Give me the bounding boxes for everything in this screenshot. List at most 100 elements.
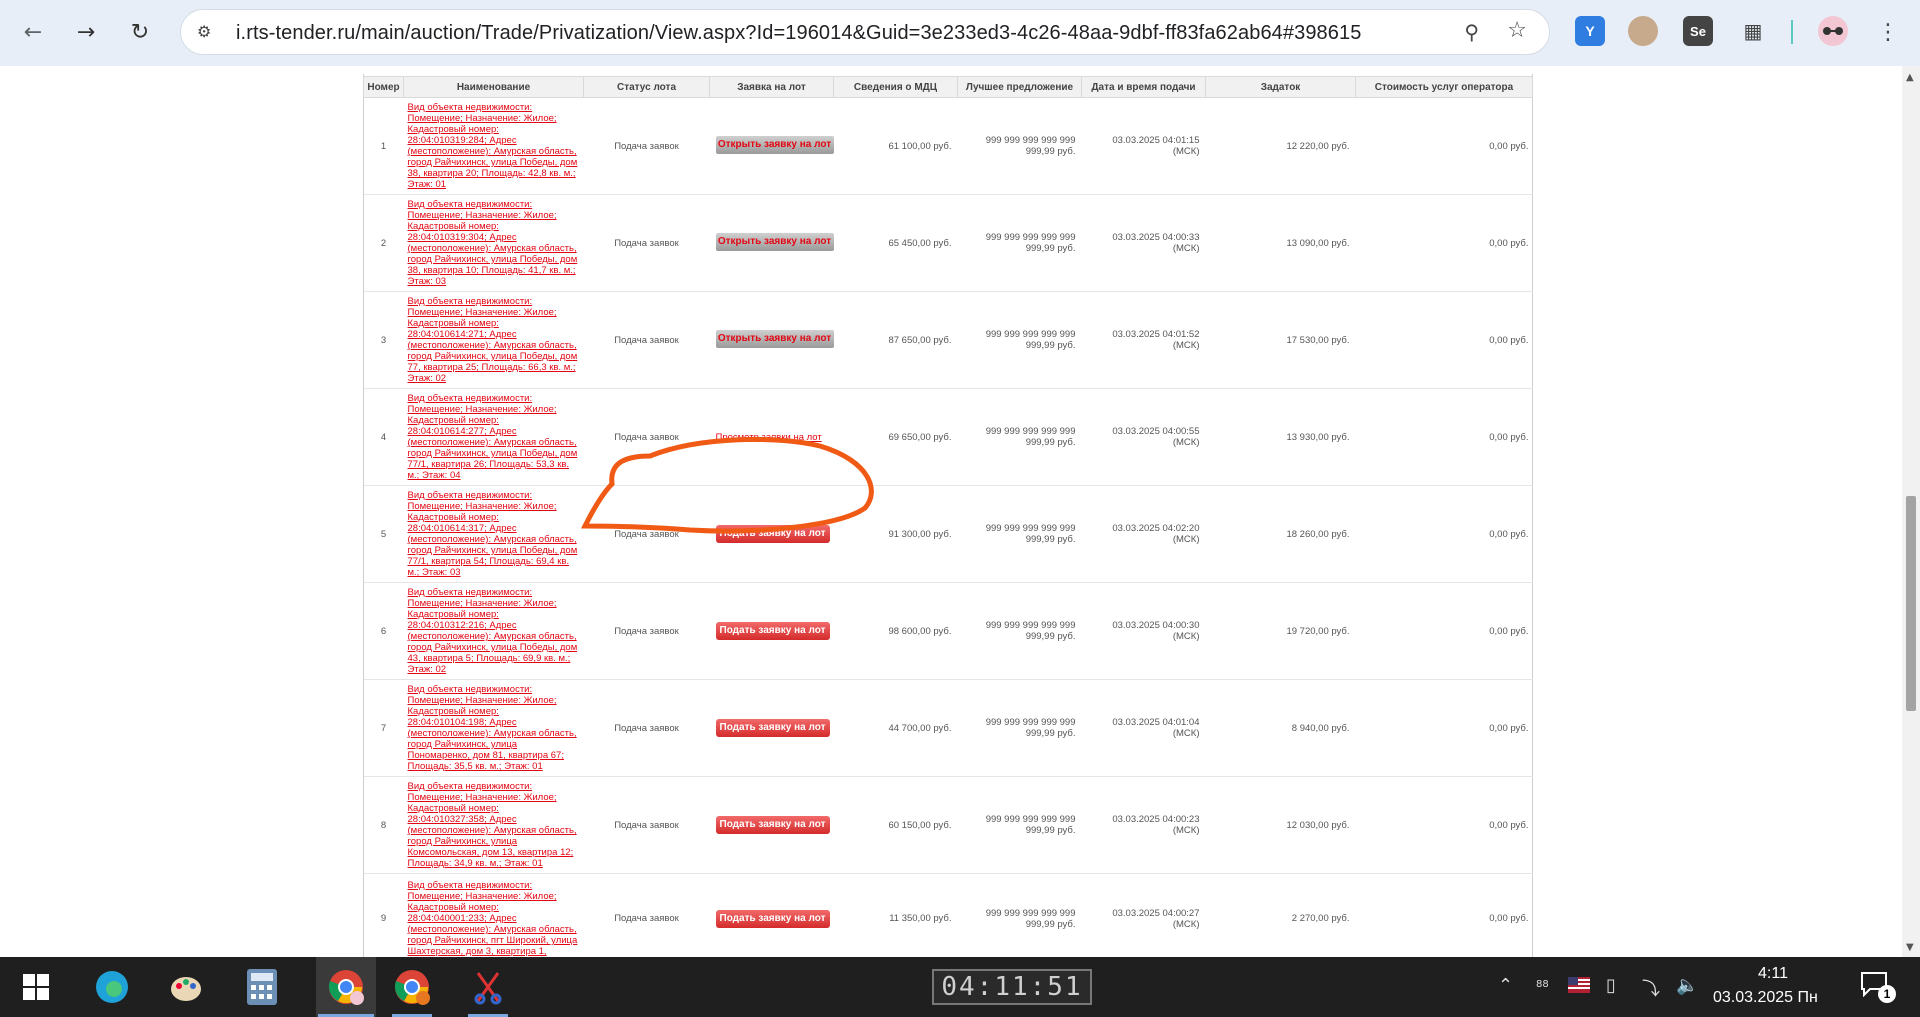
lot-deposit: 12 220,00 руб. [1205,97,1356,195]
lot-date: 03.03.2025 04:01:04 (МСК) [1081,679,1206,777]
lot-number: 9 [363,873,404,957]
battery-icon[interactable]: ▯ [1606,975,1616,996]
header-date[interactable]: Дата и время подачи [1081,76,1206,98]
chrome-canary-icon[interactable] [390,965,434,1009]
lot-name-link[interactable]: Вид объекта недвижимости: Помещение; Наз… [408,587,580,675]
lot-name-cell: Вид объекта недвижимости: Помещение; Наз… [403,582,584,680]
header-best-offer[interactable]: Лучшее предложение [957,76,1082,98]
table-header-row: Номер Наименование Статус лота Заявка на… [363,76,1533,98]
selenium-icon[interactable]: Se [1683,16,1713,46]
submit-application-button[interactable]: Подать заявку на лот [715,622,830,640]
lot-status: Подача заявок [583,485,710,583]
chevron-up-icon[interactable]: ⌃ [1498,975,1513,996]
agent-icon[interactable] [1628,16,1658,46]
reload-icon[interactable]: ↻ [122,14,158,50]
scrollbar-thumb[interactable] [1906,496,1916,711]
lot-action-cell: Открыть заявку на лот [709,194,834,292]
taskbar-date[interactable]: 03.03.2025 Пн [1713,989,1818,1007]
best-offer-line-1: 999 999 999 999 999 [985,814,1076,825]
submit-application-button[interactable]: Подать заявку на лот [715,816,830,834]
vertical-scrollbar[interactable]: ▲ ▼ [1902,66,1920,957]
table-row: 2 Вид объекта недвижимости: Помещение; На… [363,194,1533,292]
lot-name-cell: Вид объекта недвижимости: Помещение; Наз… [403,485,584,583]
lot-best-offer: 999 999 999 999 999 999,99 руб. [957,582,1082,680]
open-application-button[interactable]: Открыть заявку на лот [715,135,834,154]
lot-action-cell: Открыть заявку на лот [709,97,834,195]
us-flag-icon[interactable] [1568,977,1590,998]
start-icon[interactable] [14,965,58,1009]
lot-name-link[interactable]: Вид объекта недвижимости: Помещение; Наз… [408,781,580,869]
header-deposit[interactable]: Задаток [1205,76,1356,98]
address-bar[interactable]: ⚙ i.rts-tender.ru/main/auction/Trade/Pri… [180,9,1550,55]
snipping-tool-icon[interactable] [466,965,510,1009]
lot-name-link[interactable]: Вид объекта недвижимости: Помещение; Наз… [408,199,580,287]
lot-status: Подача заявок [583,776,710,874]
paint-icon[interactable] [164,965,208,1009]
lot-deposit: 18 260,00 руб. [1205,485,1356,583]
header-number[interactable]: Номер [363,76,404,98]
date-line-2: (МСК) [1172,631,1200,642]
header-mdc[interactable]: Сведения о МДЦ [833,76,958,98]
browser-toolbar: ← → ↻ ⚙ i.rts-tender.ru/main/auction/Tra… [0,0,1920,66]
scroll-down-icon[interactable]: ▼ [1906,942,1914,953]
taskbar-time[interactable]: 4:11 [1748,965,1798,983]
open-application-button[interactable]: Открыть заявку на лот [715,232,834,251]
submit-application-button[interactable]: Подать заявку на лот [715,719,830,737]
edge-icon[interactable] [90,965,134,1009]
url-text[interactable]: i.rts-tender.ru/main/auction/Trade/Priva… [236,22,1361,45]
notification-badge: 1 [1878,985,1896,1003]
header-application[interactable]: Заявка на лот [709,76,834,98]
best-offer-line-2: 999,99 руб. [1025,918,1076,930]
scroll-up-icon[interactable]: ▲ [1906,72,1914,83]
best-offer-line-2: 999,99 руб. [1025,825,1076,836]
header-name[interactable]: Наименование [403,76,584,98]
yandex-icon[interactable]: Y [1575,16,1605,46]
view-application-link[interactable]: Просмотр заявки на лот [716,432,822,443]
site-settings-icon[interactable]: ⚙ [197,22,219,44]
lot-action-cell: Подать заявку на лот [709,776,834,874]
table-row: 6 Вид объекта недвижимости: Помещение; На… [363,582,1533,680]
lot-name-cell: Вид объекта недвижимости: Помещение; Наз… [403,291,584,389]
header-operator-fee[interactable]: Стоимость услуг оператора [1355,76,1533,98]
lot-mdc: 60 150,00 руб. [833,776,958,874]
menu-kebab-icon[interactable]: ⋮ [1870,14,1906,50]
lot-operator-fee: 0,00 руб. [1355,485,1533,583]
notification-icon[interactable]: 1 [1860,971,1896,1003]
open-application-button[interactable]: Открыть заявку на лот [715,329,834,348]
lot-name-link[interactable]: Вид объекта недвижимости: Помещение; Наз… [408,102,580,190]
puzzle-icon[interactable]: ▦ [1738,16,1768,46]
lot-date: 03.03.2025 04:00:27 (МСК) [1081,873,1206,957]
date-line-2: (МСК) [1172,825,1200,836]
lot-name-link[interactable]: Вид объекта недвижимости: Помещение; Наз… [408,393,580,481]
lot-action-cell: Подать заявку на лот [709,679,834,777]
header-status[interactable]: Статус лота [583,76,710,98]
best-offer-line-1: 999 999 999 999 999 [985,426,1076,437]
wifi-icon[interactable]: ⤵ [1642,975,1660,1001]
date-line-1: 03.03.2025 04:01:15 [1112,135,1200,146]
table-row: 9 Вид объекта недвижимости: Помещение; На… [363,873,1533,957]
chrome-profile-icon[interactable] [316,957,376,1017]
best-offer-line-2: 999,99 руб. [1025,340,1076,351]
lot-name-link[interactable]: Вид объекта недвижимости: Помещение; Наз… [408,490,580,578]
lot-mdc: 87 650,00 руб. [833,291,958,389]
lot-name-link[interactable]: Вид объекта недвижимости: Помещение; Наз… [408,880,580,957]
lot-name-cell: Вид объекта недвижимости: Помещение; Наз… [403,97,584,195]
zoom-icon[interactable]: ⚲ [1464,20,1479,44]
volume-icon[interactable]: 🔈 [1676,975,1698,996]
lot-best-offer: 999 999 999 999 999 999,99 руб. [957,776,1082,874]
windows-taskbar: 04:11:51 ⌃ 88 ▯ ⤵ 🔈 4:11 03.03.2025 Пн 1 [0,957,1920,1017]
lot-name-link[interactable]: Вид объекта недвижимости: Помещение; Наз… [408,684,580,772]
lot-mdc: 69 650,00 руб. [833,388,958,486]
profile-glasses-icon[interactable] [1818,16,1848,46]
lot-mdc: 11 350,00 руб. [833,873,958,957]
lot-operator-fee: 0,00 руб. [1355,97,1533,195]
lot-name-link[interactable]: Вид объекта недвижимости: Помещение; Наз… [408,296,580,384]
submit-application-button[interactable]: Подать заявку на лот [715,909,830,928]
bookmark-star-icon[interactable]: ☆ [1507,18,1527,43]
calculator-icon[interactable] [240,965,284,1009]
submit-application-button[interactable]: Подать заявку на лот [715,525,830,543]
lot-deposit: 12 030,00 руб. [1205,776,1356,874]
forward-icon[interactable]: → [68,14,104,50]
back-icon[interactable]: ← [15,14,51,50]
lot-number: 8 [363,776,404,874]
